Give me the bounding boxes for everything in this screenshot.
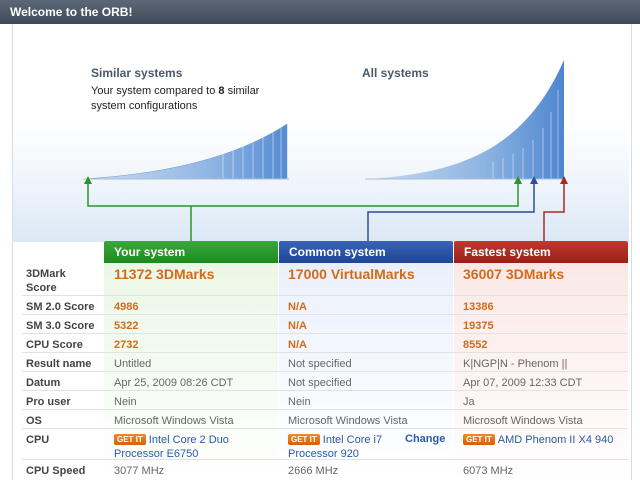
your-sm2-score: 4986 (114, 301, 139, 313)
row-3dmark-score: 3DMark Score 11372 3DMarks 17000 Virtual… (22, 263, 628, 296)
your-sm3-score: 5322 (114, 320, 139, 332)
row-label: Pro user (26, 396, 71, 408)
row-datum: Datum Apr 25, 2009 08:26 CDT Not specifi… (22, 372, 628, 391)
comparison-charts: Similar systems Your system compared to … (13, 24, 629, 242)
fastest-pro-user: Ja (463, 396, 475, 408)
common-3dmark-score: 17000 VirtualMarks (288, 266, 415, 282)
row-label: CPU Score (26, 339, 83, 351)
your-system-header: Your system (104, 241, 278, 263)
fastest-sm2-score: 13386 (463, 301, 494, 313)
common-sm2-score: N/A (288, 301, 307, 313)
fastest-system-header: Fastest system (454, 241, 628, 263)
common-cpu: GET IT Intel Core i7 Processor 920 (288, 433, 388, 461)
row-label: OS (26, 415, 42, 427)
common-os: Microsoft Windows Vista (288, 415, 408, 427)
common-cpu-speed: 2666 MHz (288, 465, 339, 477)
row-label: SM 2.0 Score (26, 301, 95, 313)
common-sm3-score: N/A (288, 320, 307, 332)
fastest-os: Microsoft Windows Vista (463, 415, 583, 427)
get-it-button-fastest[interactable]: GET IT (463, 434, 495, 445)
common-pro-user: Nein (288, 396, 311, 408)
your-os: Microsoft Windows Vista (114, 415, 234, 427)
row-label: Result name (26, 358, 92, 370)
your-cpu: GET IT Intel Core 2 Duo Processor E6750 (114, 433, 234, 461)
fastest-cpu: GET IT AMD Phenom II X4 940 (463, 433, 628, 447)
row-pro-user: Pro user Nein Nein Ja (22, 391, 628, 410)
get-it-button-your[interactable]: GET IT (114, 434, 146, 445)
row-label: Datum (26, 377, 61, 389)
your-3dmark-score: 11372 3DMarks (114, 266, 215, 282)
your-system-marker-similar (84, 176, 92, 184)
fastest-datum: Apr 07, 2009 12:33 CDT (463, 377, 583, 389)
fastest-sm3-score: 19375 (463, 320, 494, 332)
row-sm2-score: SM 2.0 Score 4986 N/A 13386 (22, 296, 628, 315)
row-os: OS Microsoft Windows Vista Microsoft Win… (22, 410, 628, 429)
common-result-name: Not specified (288, 358, 352, 370)
change-common-system-link[interactable]: Change (405, 433, 445, 445)
fastest-cpu-name[interactable]: AMD Phenom II X4 940 (498, 434, 614, 446)
row-cpu-score: CPU Score 2732 N/A 8552 (22, 334, 628, 353)
all-systems-curve (365, 60, 564, 179)
row-label: SM 3.0 Score (26, 320, 95, 332)
row-label: 3DMark Score (26, 268, 66, 294)
your-pro-user: Nein (114, 396, 137, 408)
your-result-name: Untitled (114, 358, 152, 370)
row-sm3-score: SM 3.0 Score 5322 N/A 19375 (22, 315, 628, 334)
row-cpu: CPU GET IT Intel Core 2 Duo Processor E67… (22, 429, 628, 460)
window-title: Welcome to the ORB! (10, 5, 133, 19)
fastest-3dmark-score: 36007 3DMarks (463, 266, 565, 282)
row-label: CPU (26, 434, 50, 446)
fastest-cpu-speed: 6073 MHz (463, 465, 514, 477)
your-cpu-speed: 3077 MHz (114, 465, 165, 477)
common-datum: Not specified (288, 377, 352, 389)
distribution-curves (82, 60, 568, 241)
row-label: CPU Speed (26, 465, 86, 477)
fastest-cpu-score: 8552 (463, 339, 488, 351)
window-title-bar: Welcome to the ORB! (0, 0, 640, 24)
your-cpu-score: 2732 (114, 339, 139, 351)
similar-systems-curve (83, 124, 287, 179)
fastest-system-connector (543, 182, 565, 241)
row-cpu-speed: CPU Speed 3077 MHz 2666 MHz 6073 MHz (22, 460, 628, 479)
fastest-result-name: K|NGP|N - Phenom || (463, 358, 568, 370)
get-it-button-common[interactable]: GET IT (288, 434, 320, 445)
your-datum: Apr 25, 2009 08:26 CDT (114, 377, 234, 389)
common-system-connector (367, 182, 535, 241)
common-cpu-score: N/A (288, 339, 307, 351)
row-result-name: Result name Untitled Not specified K|NGP… (22, 353, 628, 372)
common-system-header: Common system (279, 241, 453, 263)
